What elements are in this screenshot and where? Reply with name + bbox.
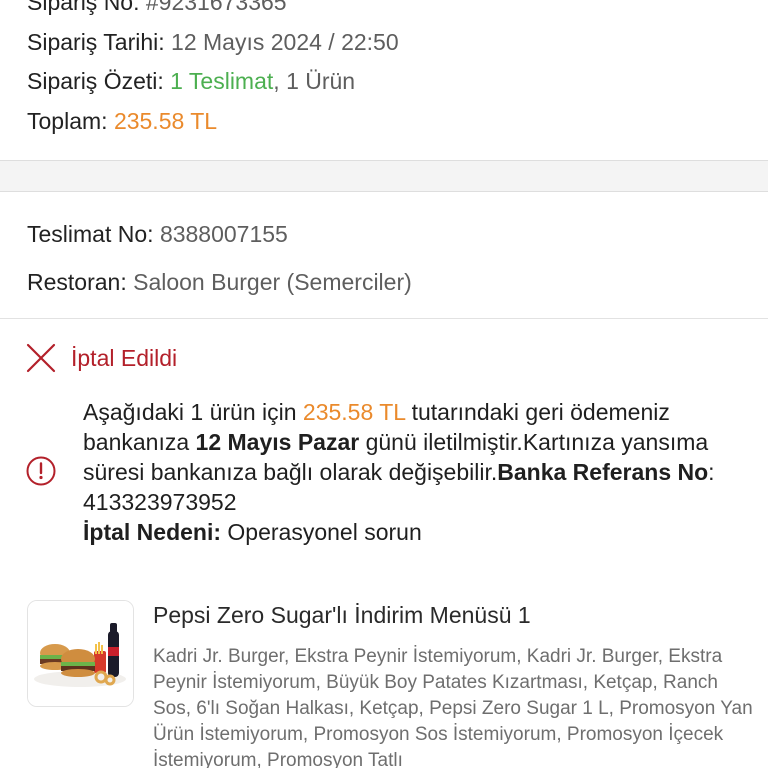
- order-date-value: 12 Mayıs 2024 / 22:50: [171, 29, 399, 55]
- order-summary-row: Sipariş Özeti: 1 Teslimat, 1 Ürün: [27, 66, 355, 96]
- order-status: İptal Edildi: [25, 340, 177, 376]
- product-title[interactable]: Pepsi Zero Sugar'lı İndirim Menüsü 1: [153, 602, 531, 629]
- refund-date: 12 Mayıs Pazar: [195, 429, 360, 455]
- order-number-row: Sipariş No: #9231673365: [27, 0, 287, 17]
- order-total-row: Toplam: 235.58 TL: [27, 106, 217, 136]
- delivery-number-label: Teslimat No:: [27, 221, 154, 247]
- product-thumbnail[interactable]: [27, 600, 134, 707]
- bank-reference-label: Banka Referans No: [497, 459, 709, 485]
- status-label: İptal Edildi: [71, 344, 178, 371]
- bank-reference-value: 413323973952: [83, 489, 237, 515]
- restaurant-value: Saloon Burger (Semerciler): [133, 269, 412, 295]
- order-detail-page: Sipariş No: #9231673365 Sipariş Tarihi: …: [0, 0, 768, 768]
- info-circle-icon: [26, 456, 56, 486]
- delivery-divider: [0, 318, 768, 319]
- cancel-reason-label: İptal Nedeni:: [83, 519, 222, 545]
- cancel-reason-value: Operasyonel sorun: [221, 519, 422, 545]
- burger-menu-image: [28, 601, 133, 706]
- delivery-number-row: Teslimat No: 8388007155: [27, 219, 288, 249]
- bank-reference-separator: :: [708, 459, 715, 485]
- refund-notice: Aşağıdaki 1 ürün için 235.58 TL tutarınd…: [83, 397, 743, 547]
- order-date-label: Sipariş Tarihi:: [27, 29, 165, 55]
- order-summary-label: Sipariş Özeti:: [27, 68, 164, 94]
- delivery-number-value: 8388007155: [159, 221, 288, 247]
- restaurant-label: Restoran:: [27, 269, 127, 295]
- product-description: Kadri Jr. Burger, Ekstra Peynir İstemiyo…: [153, 646, 753, 768]
- order-summary-items: 1 Ürün: [286, 68, 356, 94]
- refund-text-1: Aşağıdaki 1 ürün için: [83, 399, 303, 425]
- order-total-label: Toplam:: [27, 108, 108, 134]
- order-number-label: Sipariş No:: [27, 0, 140, 15]
- restaurant-row: Restoran: Saloon Burger (Semerciler): [27, 267, 412, 297]
- order-date-row: Sipariş Tarihi: 12 Mayıs 2024 / 22:50: [27, 27, 399, 57]
- order-summary-delivery: 1 Teslimat: [170, 68, 274, 94]
- order-number-value: #9231673365: [145, 0, 287, 15]
- order-total-value: 235.58 TL: [113, 108, 218, 134]
- refund-amount: 235.58 TL: [302, 399, 406, 425]
- order-summary-separator: ,: [273, 68, 280, 94]
- section-divider: [0, 160, 768, 192]
- order-summary: Sipariş No: #9231673365 Sipariş Tarihi: …: [0, 0, 768, 160]
- close-x-icon: [26, 343, 56, 373]
